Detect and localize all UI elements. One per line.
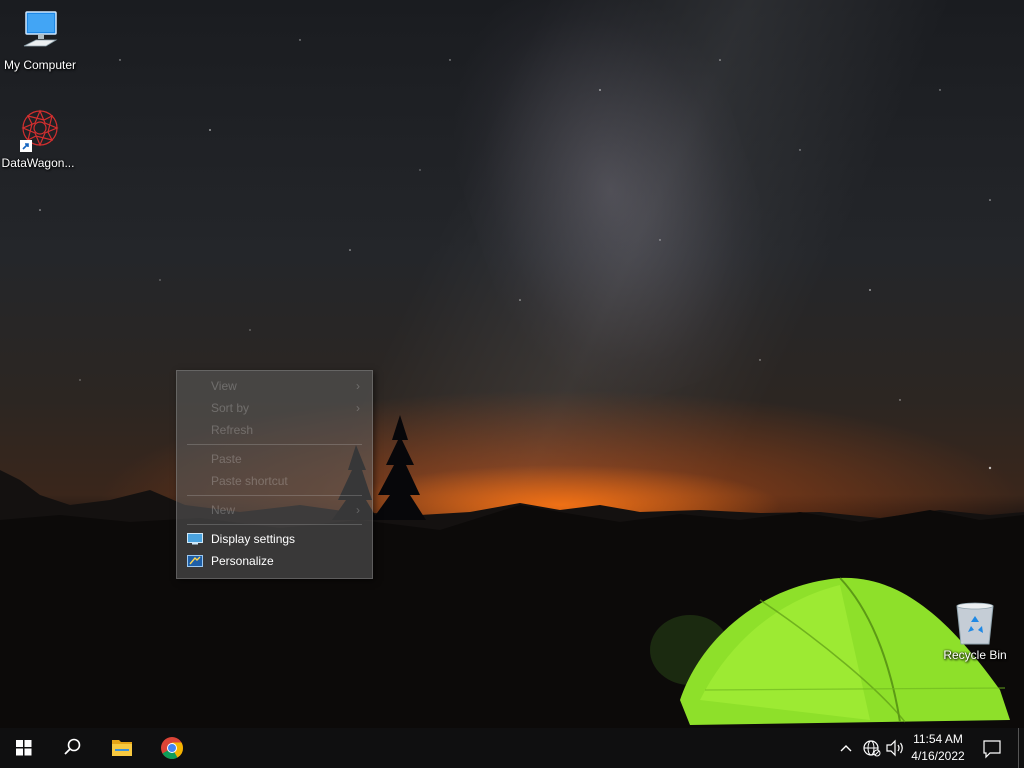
menu-item-label: Personalize [211,554,274,568]
menu-item-personalize[interactable]: Personalize [177,550,372,572]
menu-item-refresh[interactable]: Refresh [177,419,372,441]
menu-item-label: View [211,379,237,393]
show-hidden-icons-button[interactable] [836,728,856,768]
menu-item-label: Paste [211,452,242,466]
notification-icon [983,740,1001,759]
clock-date: 4/16/2022 [911,749,965,763]
menu-item-sort-by[interactable]: Sort by › [177,397,372,419]
desktop-icon-label: Recycle Bin [943,648,1007,662]
desktop-icon-label: My Computer [3,58,77,72]
menu-separator [187,495,362,496]
personalize-icon [187,555,203,567]
chrome-button[interactable] [148,728,196,768]
clock-time: 11:54 AM [913,732,963,746]
menu-item-paste[interactable]: Paste [177,448,372,470]
display-settings-icon [187,533,203,545]
menu-item-label: New [211,503,236,517]
menu-item-label: Sort by [211,401,250,415]
search-icon [64,738,81,755]
menu-item-new[interactable]: New › [177,499,372,521]
recycle-bin-icon [951,602,999,646]
datawagon-icon [14,106,62,154]
desktop-icon-recycle-bin[interactable]: Recycle Bin [935,602,1015,662]
desktop-wallpaper[interactable] [0,0,1024,728]
chevron-right-icon: › [356,503,360,517]
chevron-right-icon: › [356,401,360,415]
show-desktop-button[interactable] [1018,728,1024,768]
search-button[interactable] [48,728,96,768]
chrome-icon [161,737,183,759]
network-button[interactable] [859,728,883,768]
menu-item-view[interactable]: View › [177,375,372,397]
volume-button[interactable] [884,728,906,768]
menu-item-display-settings[interactable]: Display settings [177,528,372,550]
start-button[interactable] [0,728,48,768]
menu-item-label: Paste shortcut [211,474,288,488]
menu-item-label: Refresh [211,423,254,437]
network-icon [863,740,881,757]
menu-item-paste-shortcut[interactable]: Paste shortcut [177,470,372,492]
notification-center-button[interactable] [978,728,1006,768]
chevron-up-icon [840,745,852,752]
clock[interactable]: 11:54 AM 4/16/2022 [905,731,971,765]
folder-icon [112,740,132,756]
desktop-icon-my-computer[interactable]: My Computer [0,8,80,72]
menu-separator [187,524,362,525]
desktop-icon-datawagon[interactable]: DataWagon... [0,106,78,170]
wallpaper-scenery [0,39,1024,728]
file-explorer-button[interactable] [98,728,146,768]
chevron-right-icon: › [356,379,360,393]
menu-item-label: Display settings [211,532,296,546]
desktop-icon-label: DataWagon... [1,156,75,170]
volume-icon [886,739,903,757]
desktop-context-menu: View › Sort by › Refresh Paste Paste sho… [176,370,373,579]
menu-separator [187,444,362,445]
windows-start-icon [16,740,32,756]
taskbar: 11:54 AM 4/16/2022 [0,728,1024,768]
computer-icon [16,8,64,56]
